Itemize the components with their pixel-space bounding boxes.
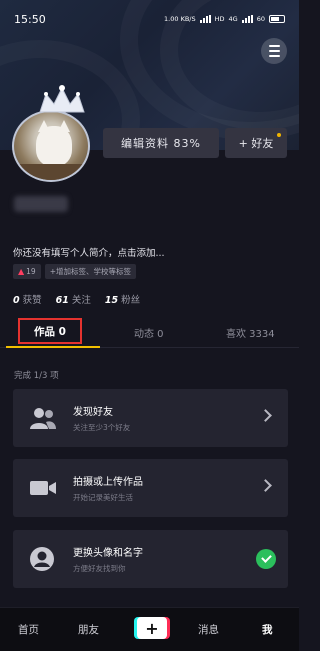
cellular-icon — [241, 15, 253, 23]
card-change-avatar[interactable]: 更换头像和名字 方便好友找到你 — [13, 530, 288, 588]
tab-works[interactable]: 作品 0 — [18, 318, 82, 344]
tab-works-label: 作品 0 — [34, 325, 66, 338]
tab-active-indicator — [6, 346, 100, 348]
card-title: 拍摄或上传作品 — [73, 477, 143, 488]
person-icon: ▲ — [18, 267, 25, 276]
chevron-right-icon — [259, 479, 272, 492]
plus-icon: + — [145, 618, 159, 638]
avatar[interactable] — [12, 85, 90, 182]
crown-icon — [39, 85, 85, 113]
bio-text[interactable]: 你还没有填写个人简介，点击添加... — [13, 245, 165, 259]
card-title: 发现好友 — [73, 407, 113, 418]
nav-me[interactable]: 我 — [262, 622, 273, 637]
stat-followers[interactable]: 15 粉丝 — [105, 292, 140, 306]
stat-following[interactable]: 61 关注 — [56, 292, 91, 306]
edit-profile-label: 编辑资料 83% — [121, 137, 201, 150]
notification-dot — [277, 133, 281, 137]
chevron-right-icon — [259, 409, 272, 422]
net-speed: 1.00 KB/S — [164, 15, 196, 23]
battery-icon — [269, 15, 285, 23]
age-tag[interactable]: ▲ 19 — [13, 264, 41, 279]
add-friend-label: + 好友 — [238, 137, 274, 150]
task-progress: 完成 1/3 项 — [14, 371, 59, 381]
avatar-image — [12, 110, 90, 182]
status-time: 15:50 — [14, 12, 46, 26]
card-upload-work[interactable]: 拍摄或上传作品 开始记录美好生活 — [13, 459, 288, 517]
create-button[interactable]: + — [137, 617, 167, 639]
network-badge: 4G — [228, 15, 238, 23]
check-icon — [256, 549, 276, 569]
card-subtitle: 关注至少3个好友 — [73, 423, 131, 432]
tab-dynamics[interactable]: 动态 0 — [134, 325, 164, 340]
add-tags-tag[interactable]: +增加标签、学校等标签 — [44, 264, 136, 279]
edit-profile-button[interactable]: 编辑资料 83% — [103, 128, 219, 158]
add-tags-label: +增加标签、学校等标签 — [49, 267, 131, 276]
signal-icon — [199, 15, 211, 23]
nav-home[interactable]: 首页 — [18, 622, 39, 637]
status-bar: 15:50 1.00 KB/S HD 4G 60 — [0, 0, 299, 38]
card-title: 更换头像和名字 — [73, 548, 143, 559]
profile-tags: ▲ 19 +增加标签、学校等标签 — [13, 264, 136, 279]
menu-icon — [268, 45, 280, 47]
card-subtitle: 开始记录美好生活 — [73, 493, 133, 502]
profile-stats: 0 获赞 61 关注 15 粉丝 — [13, 292, 140, 306]
hd-badge: HD — [214, 15, 225, 23]
menu-button[interactable] — [261, 38, 287, 64]
age-tag-label: 19 — [26, 267, 36, 276]
nav-friends[interactable]: 朋友 — [78, 622, 99, 637]
nav-messages[interactable]: 消息 — [198, 622, 219, 637]
card-subtitle: 方便好友找到你 — [73, 564, 126, 573]
avatar-icon — [30, 547, 54, 571]
battery-level: 60 — [256, 15, 265, 23]
card-find-friends[interactable]: 发现好友 关注至少3个好友 — [13, 389, 288, 447]
people-icon — [30, 408, 56, 429]
cat-photo — [36, 126, 72, 166]
video-camera-icon — [30, 481, 56, 495]
add-friend-button[interactable]: + 好友 — [225, 128, 287, 158]
bottom-nav: 首页 朋友 + 消息 我 — [0, 607, 299, 651]
blurred-username — [14, 196, 68, 212]
stat-likes[interactable]: 0 获赞 — [13, 292, 42, 306]
tab-likes[interactable]: 喜欢 3334 — [226, 325, 275, 340]
